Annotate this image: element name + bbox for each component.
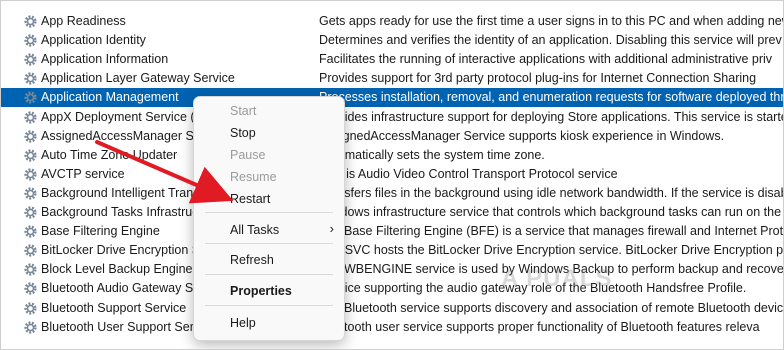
gear-icon: [24, 149, 37, 162]
gear-icon: [24, 244, 37, 257]
service-row[interactable]: Background Tasks Infrastruct Windows infr…: [1, 203, 783, 222]
service-name: Application Identity: [41, 33, 146, 48]
menu-item-resume: Resume: [230, 170, 277, 184]
gear-icon: [24, 15, 37, 28]
service-row[interactable]: BitLocker Drive Encryption Se BDESVC host…: [1, 241, 783, 260]
service-description: This is Audio Video Control Transport Pr…: [319, 166, 618, 181]
gear-icon: [24, 110, 37, 124]
menu-item-refresh[interactable]: Refresh: [230, 253, 274, 267]
menu-separator: [205, 212, 333, 213]
service-row[interactable]: Background Intelligent Trans Transfers fi…: [1, 184, 783, 203]
service-description: Provides infrastructure support for depl…: [319, 109, 784, 124]
service-description: Processes installation, removal, and enu…: [319, 90, 784, 105]
service-row[interactable]: Bluetooth User Support Servi Bluetooth us…: [1, 318, 783, 337]
gear-icon: [24, 72, 37, 85]
service-name: Background Intelligent Trans: [41, 185, 200, 200]
gear-icon: [24, 225, 37, 238]
menu-item-restart[interactable]: Restart: [230, 192, 270, 206]
service-row[interactable]: AVCTP service This is Audio Video Control…: [1, 165, 783, 184]
menu-item-start: Start: [230, 104, 257, 118]
gear-icon: [24, 91, 37, 104]
gear-icon: [24, 301, 37, 315]
service-row[interactable]: Application Information Facilitates the r…: [1, 50, 783, 69]
menu-item-all-tasks[interactable]: All Tasks: [230, 223, 279, 237]
gear-icon: [24, 168, 37, 181]
service-description: Facilitates the running of interactive a…: [319, 52, 773, 67]
service-row[interactable]: Auto Time Zone Updater Automatically sets…: [1, 146, 783, 165]
service-row[interactable]: Bluetooth Support Service The Bluetooth s…: [1, 299, 783, 318]
service-name: Background Tasks Infrastruct: [41, 205, 202, 219]
service-row[interactable]: Base Filtering Engine The Base Filtering …: [1, 222, 783, 241]
service-name: BitLocker Drive Encryption Se: [41, 243, 208, 258]
service-description: BDESVC hosts the BitLocker Drive Encrypt…: [319, 243, 784, 258]
context-menu: Start Stop Pause Resume Restart All Task…: [193, 96, 345, 341]
service-name: App Readiness: [41, 14, 126, 28]
service-row[interactable]: App Readiness Gets apps ready for use the…: [1, 12, 783, 31]
service-name: Application Management: [41, 90, 179, 105]
service-description: Bluetooth user service supports proper f…: [319, 319, 760, 334]
service-row[interactable]: Application Layer Gateway Service Provide…: [1, 69, 783, 88]
service-name: Application Information: [41, 52, 169, 67]
service-name: AppX Deployment Service (A: [41, 109, 203, 124]
service-description: The Bluetooth service supports discovery…: [319, 300, 784, 315]
services-list-panel: App Readiness Gets apps ready for use the…: [0, 0, 784, 350]
gear-icon: [24, 206, 37, 219]
watermark: A PUALS: [501, 265, 613, 292]
gear-icon: [24, 187, 37, 200]
service-name: Application Layer Gateway Service: [41, 71, 235, 86]
menu-separator: [205, 274, 333, 275]
gear-icon: [24, 130, 37, 143]
service-name: AssignedAccessManager Ser: [41, 128, 205, 143]
service-name: Base Filtering Engine: [41, 224, 160, 239]
service-row[interactable]: AssignedAccessManager Ser AssignedAccessM…: [1, 127, 783, 146]
service-row[interactable]: AppX Deployment Service (A Provides infra…: [1, 108, 783, 127]
menu-item-pause: Pause: [230, 148, 266, 162]
gear-icon: [24, 282, 37, 295]
gear-icon: [24, 53, 37, 66]
gear-icon: [24, 321, 37, 334]
service-row[interactable]: Application Management Processes installa…: [1, 88, 784, 108]
service-name: Auto Time Zone Updater: [41, 147, 178, 162]
service-row[interactable]: Application Identity Determines and verif…: [1, 31, 783, 50]
menu-item-properties[interactable]: Properties: [230, 284, 292, 298]
gear-icon: [24, 34, 37, 47]
menu-separator: [205, 243, 333, 244]
gear-icon: [24, 263, 37, 276]
service-description: Provides support for 3rd party protocol …: [319, 71, 757, 86]
service-description: Gets apps ready for use the first time a…: [319, 14, 784, 28]
service-row[interactable]: Block Level Backup Engine Se The WBENGINE…: [1, 260, 783, 279]
service-description: Determines and verifies the identity of …: [319, 33, 782, 48]
submenu-arrow-icon: ›: [329, 221, 334, 236]
service-description: Automatically sets the system time zone.: [319, 147, 545, 162]
service-row[interactable]: Bluetooth Audio Gateway Se Service suppor…: [1, 279, 783, 298]
service-name: Bluetooth Audio Gateway Se: [41, 281, 201, 296]
service-name: Block Level Backup Engine Se: [41, 262, 212, 277]
menu-item-help[interactable]: Help: [230, 316, 256, 330]
service-name: AVCTP service: [41, 166, 125, 181]
service-description: Windows infrastructure service that cont…: [319, 205, 782, 219]
service-description: The Base Filtering Engine (BFE) is a ser…: [319, 224, 784, 239]
service-description: AssignedAccessManager Service supports k…: [319, 128, 725, 143]
service-name: Bluetooth User Support Servi: [41, 319, 203, 334]
menu-separator: [205, 305, 333, 306]
service-description: Transfers files in the background using …: [319, 185, 784, 200]
menu-item-stop[interactable]: Stop: [230, 126, 256, 140]
service-name: Bluetooth Support Service: [41, 300, 187, 315]
